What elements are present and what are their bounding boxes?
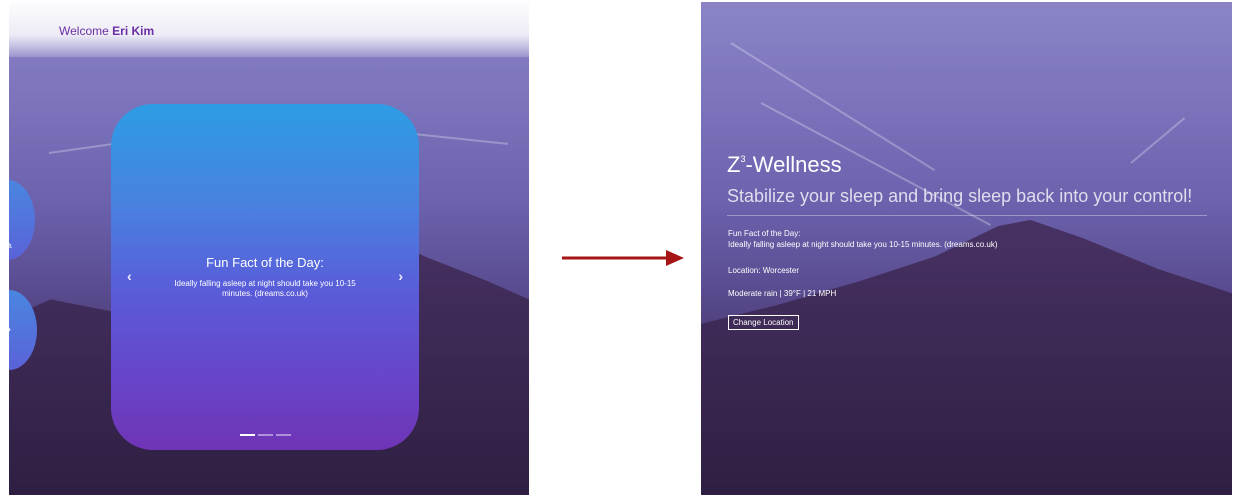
title-prefix: Z xyxy=(727,152,741,177)
app-subtitle: Stabilize your sleep and bring sleep bac… xyxy=(727,186,1193,206)
change-location-button[interactable]: Change Location xyxy=(728,315,799,330)
arrow-right-icon xyxy=(562,250,684,266)
chevron-right-icon[interactable]: › xyxy=(398,268,403,284)
carousel-dot[interactable] xyxy=(239,434,255,436)
location-text: Location: Worcester xyxy=(728,266,799,275)
settings-icon: › xyxy=(9,322,17,342)
right-screen: Z3-Wellness Stabilize your sleep and bri… xyxy=(701,2,1232,495)
divider xyxy=(727,215,1207,216)
pencil-icon: ✎ xyxy=(9,238,13,258)
fun-fact-text: Ideally falling asleep at night should t… xyxy=(174,279,356,298)
top-bar: Welcome Eri Kim xyxy=(9,2,529,57)
title-suffix: -Wellness xyxy=(745,152,842,177)
weather-text: Moderate rain | 39°F | 21 MPH xyxy=(728,289,837,298)
fun-fact-label: Fun Fact of the Day: xyxy=(728,229,801,238)
user-name: Eri Kim xyxy=(112,24,155,38)
welcome-prefix: Welcome xyxy=(59,24,109,38)
carousel-dot[interactable] xyxy=(275,434,291,436)
welcome-message: Welcome Eri Kim xyxy=(59,24,154,38)
carousel-indicators xyxy=(111,434,419,438)
carousel-dot[interactable] xyxy=(257,434,273,436)
app-title: Z3-Wellness xyxy=(727,152,842,178)
chevron-left-icon[interactable]: ‹ xyxy=(127,268,132,284)
fun-fact-title: Fun Fact of the Day: xyxy=(206,255,324,270)
fun-fact-card: ‹ Fun Fact of the Day: Ideally falling a… xyxy=(111,104,419,450)
fun-fact-text: Ideally falling asleep at night should t… xyxy=(728,240,998,249)
left-screen: Welcome Eri Kim ✎ › ‹ Fun Fact of the Da… xyxy=(9,2,529,495)
